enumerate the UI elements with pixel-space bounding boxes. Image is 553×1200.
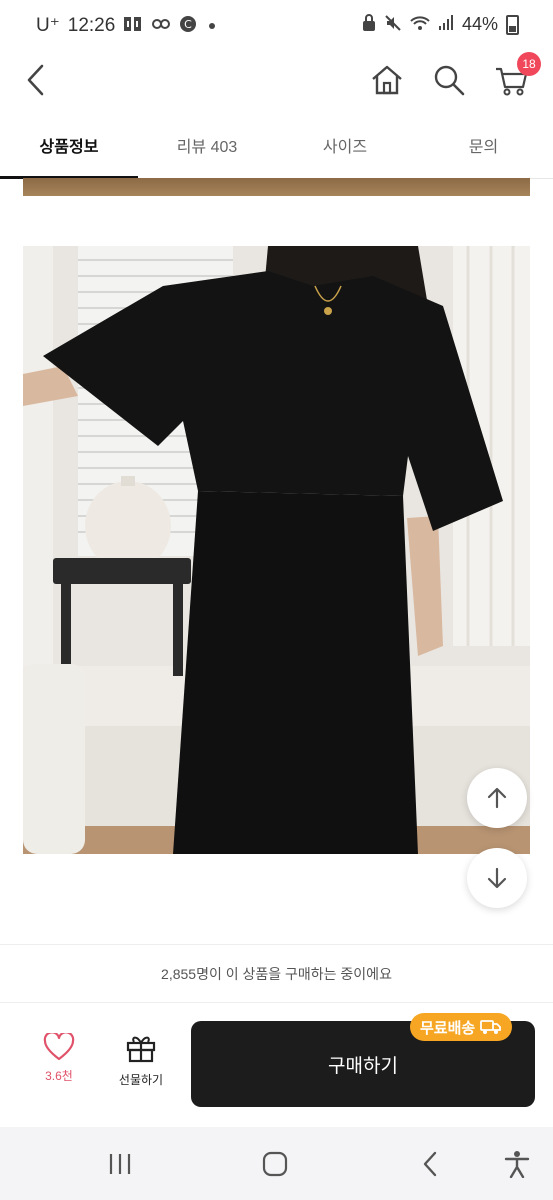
tab-size[interactable]: 사이즈 — [276, 112, 414, 178]
c-app-icon: C — [179, 15, 197, 36]
lock-icon — [362, 14, 376, 35]
back-button[interactable] — [14, 58, 58, 102]
tab-product-info[interactable]: 상품정보 — [0, 112, 138, 178]
like-button[interactable]: 3.6천 — [24, 1033, 94, 1084]
product-photo — [23, 246, 530, 854]
cart-count-badge: 18 — [517, 52, 541, 76]
home-button[interactable] — [365, 58, 409, 102]
accessibility-icon — [504, 1151, 530, 1178]
scroll-down-button[interactable] — [467, 848, 527, 908]
tab-reviews[interactable]: 리뷰 403 — [138, 112, 276, 178]
buyers-count-note: 2,855명이 이 상품을 구매하는 중이에요 — [161, 966, 392, 982]
home-button-icon — [262, 1151, 288, 1177]
back-nav-button[interactable] — [407, 1141, 453, 1187]
like-count: 3.6천 — [45, 1069, 73, 1083]
free-shipping-label: 무료배송 — [420, 1019, 476, 1037]
heart-icon — [43, 1033, 75, 1061]
battery-percent: 44% — [461, 14, 498, 34]
notification-character-icon — [151, 15, 171, 36]
free-shipping-badge: 무료배송 — [410, 1013, 513, 1041]
mute-icon — [384, 14, 402, 35]
accessibility-button[interactable] — [494, 1141, 540, 1187]
gift-button[interactable]: 선물하기 — [106, 1033, 176, 1088]
back-nav-icon — [423, 1151, 437, 1177]
purchase-bar: 3.6천 선물하기 구매하기 무료배송 — [0, 1003, 553, 1127]
carrier-label: U⁺ — [36, 15, 60, 36]
status-bar: U⁺ 12:26 C 44% — [0, 0, 553, 52]
arrow-down-icon — [487, 867, 507, 889]
arrow-up-icon — [487, 787, 507, 809]
gift-label: 선물하기 — [118, 1073, 164, 1087]
notification-app-icon — [123, 15, 143, 36]
dot-icon — [209, 22, 216, 29]
product-tabs: 상품정보 리뷰 403 사이즈 문의 — [0, 112, 553, 179]
time-label: 12:26 — [67, 14, 116, 36]
product-image-strip — [23, 178, 530, 196]
delivery-truck-icon — [480, 1020, 502, 1034]
gift-icon — [126, 1036, 156, 1063]
back-icon — [27, 64, 44, 96]
recent-apps-icon — [109, 1154, 131, 1174]
app-header: 18 — [0, 52, 553, 112]
wifi-icon — [410, 14, 430, 35]
cart-button[interactable]: 18 — [489, 52, 541, 102]
tab-inquiry[interactable]: 문의 — [414, 112, 553, 178]
home-nav-button[interactable] — [252, 1141, 298, 1187]
search-button[interactable] — [427, 58, 471, 102]
search-icon — [434, 65, 465, 96]
battery-icon — [506, 14, 519, 35]
divider — [0, 944, 553, 945]
system-nav-bar — [0, 1127, 553, 1200]
recent-apps-button[interactable] — [97, 1141, 143, 1187]
scroll-up-button[interactable] — [467, 768, 527, 828]
home-icon — [372, 65, 402, 95]
signal-icon — [438, 14, 454, 35]
svg-text:C: C — [184, 18, 192, 31]
